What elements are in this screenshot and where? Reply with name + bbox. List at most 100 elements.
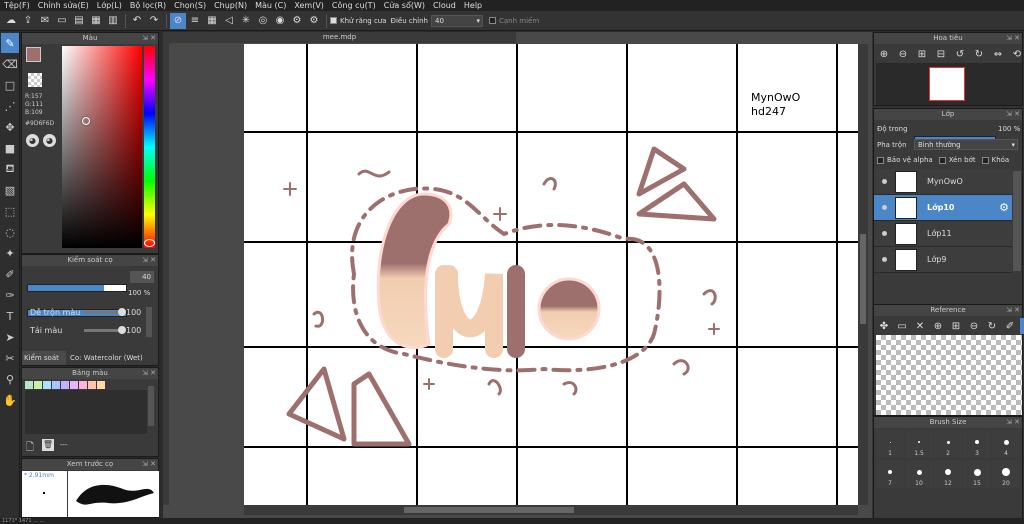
scrollbar[interactable] [146, 307, 152, 337]
palette-swatch[interactable] [43, 381, 51, 389]
zoom-minus-icon[interactable]: ⊟ [933, 46, 949, 62]
zoom-fit-icon[interactable]: ⊞ [948, 318, 964, 334]
blend-mode-select[interactable]: Bình thường ▾ [914, 139, 1018, 150]
visibility-icon[interactable] [882, 205, 887, 210]
document-tab[interactable]: mee.mdp [163, 32, 516, 43]
menu-select[interactable]: Chọn(S) [170, 1, 210, 10]
brush-size-slider[interactable] [27, 284, 127, 292]
visibility-icon[interactable] [882, 257, 887, 262]
magic-wand-tool-icon[interactable]: ✦ [1, 243, 19, 263]
eraser-tool-icon[interactable]: ⌫ [1, 54, 19, 74]
zoom-out-icon[interactable]: ⊖ [966, 318, 982, 334]
close-icon[interactable]: ✕ [912, 318, 928, 334]
hue-slider[interactable] [144, 46, 155, 248]
select-pen-tool-icon[interactable]: ✐ [1, 264, 19, 284]
transparent-swatch[interactable] [28, 73, 42, 87]
palette-swatch[interactable] [25, 381, 33, 389]
layer-item[interactable]: Lớp11 [874, 221, 1012, 247]
menu-color[interactable]: Màu (C) [251, 1, 290, 10]
text-tool-icon[interactable]: T [1, 306, 19, 326]
table-icon[interactable]: ▥ [105, 13, 121, 29]
chat-icon[interactable]: ▭ [54, 13, 70, 29]
reset-icon[interactable]: ⟲ [1009, 46, 1024, 62]
adjust-select[interactable]: 40 ▾ [431, 14, 483, 27]
picker-cursor[interactable] [82, 117, 90, 125]
hand-icon[interactable]: ✋ [1020, 318, 1024, 334]
gear-icon[interactable]: ⚙ [999, 201, 1009, 214]
document-icon[interactable]: ▤ [71, 13, 87, 29]
menu-cloud[interactable]: Cloud [429, 1, 460, 10]
brush-size-option[interactable]: 1.5 [905, 430, 933, 458]
gradient-tool-icon[interactable]: ▧ [1, 180, 19, 200]
reference-viewer[interactable] [876, 335, 1022, 415]
zoom-in-icon[interactable]: ⊕ [930, 318, 946, 334]
clipping-checkbox[interactable] [938, 156, 946, 164]
lasso-tool-icon[interactable]: ◌ [1, 222, 19, 242]
blend-slider[interactable] [84, 308, 126, 316]
navigator-preview[interactable] [876, 63, 1022, 105]
layer-item[interactable]: MynOwO [874, 169, 1012, 195]
menu-view[interactable]: Xem(V) [290, 1, 328, 10]
edge-checkbox[interactable] [489, 17, 496, 24]
comment-icon[interactable]: ✉ [37, 13, 53, 29]
eyedropper-icon[interactable]: ✐ [1002, 318, 1018, 334]
brush-size-option[interactable]: 4 [992, 430, 1020, 458]
new-palette-icon[interactable]: 🗋 [26, 440, 34, 457]
hand-tool-icon[interactable]: ✋ [1, 390, 19, 410]
brush-size-option[interactable]: 12 [934, 460, 962, 488]
navigator-viewport[interactable] [929, 67, 965, 101]
menu-help[interactable]: Help [460, 1, 486, 10]
rect-tool-icon[interactable]: □ [1, 75, 19, 95]
rotate-right-icon[interactable]: ↻ [971, 46, 987, 62]
menu-tools[interactable]: Công cụ(T) [328, 1, 380, 10]
color-add-icon[interactable]: ◕ [43, 134, 56, 147]
parallel-snap-icon[interactable]: ≡ [187, 13, 203, 29]
eyedropper-tool-icon[interactable]: ⚲ [1, 369, 19, 389]
scrollbar[interactable] [148, 386, 154, 426]
palette-swatch[interactable] [61, 381, 69, 389]
palette-swatch[interactable] [88, 381, 96, 389]
concentric-snap-icon[interactable]: ◉ [272, 13, 288, 29]
rotate-icon[interactable]: ↻ [984, 318, 1000, 334]
palette-swatch[interactable] [34, 381, 42, 389]
zoom-out-icon[interactable]: ⊖ [895, 46, 911, 62]
palette-swatch[interactable] [97, 381, 105, 389]
layer-item-selected[interactable]: Lớp10 ⚙ [874, 195, 1012, 221]
vertical-scrollbar[interactable] [858, 44, 868, 505]
puzzle-icon[interactable]: ✤ [876, 318, 892, 334]
brush-size-value[interactable]: 40 [130, 271, 154, 283]
menu-window[interactable]: Cửa sổ(W) [380, 1, 429, 10]
saturation-value-picker[interactable] [62, 46, 142, 248]
brush-size-option[interactable]: 3 [963, 430, 991, 458]
primary-color-swatch[interactable] [26, 47, 41, 62]
visibility-icon[interactable] [882, 231, 887, 236]
scrollbar[interactable] [1013, 171, 1021, 271]
curve-snap-icon[interactable]: ⚙ [289, 13, 305, 29]
no-snap-icon[interactable]: ⊘ [170, 12, 186, 29]
color-wheel-icon[interactable]: ◕ [26, 134, 39, 147]
brush-size-option[interactable]: 2 [934, 430, 962, 458]
layout-icon[interactable]: ▦ [88, 13, 104, 29]
redo-icon[interactable]: ↷ [146, 13, 162, 29]
vanish-snap-icon[interactable]: ◁ [221, 13, 237, 29]
dot-tool-icon[interactable]: ⋰ [1, 96, 19, 116]
brush-size-option[interactable]: 7 [876, 460, 904, 488]
rotate-left-icon[interactable]: ↺ [952, 46, 968, 62]
protect-alpha-checkbox[interactable] [877, 156, 884, 164]
trash-icon[interactable]: 🗑 [42, 439, 54, 451]
palette-swatch[interactable] [79, 381, 87, 389]
circle-snap-icon[interactable]: ◎ [255, 13, 271, 29]
divide-tool-icon[interactable]: ✂ [1, 348, 19, 368]
menu-capture[interactable]: Chụp(N) [210, 1, 251, 10]
palette-swatch[interactable] [70, 381, 78, 389]
radial-snap-icon[interactable]: ✳ [238, 13, 254, 29]
operation-tool-icon[interactable]: ➤ [1, 327, 19, 347]
antialias-checkbox[interactable] [330, 17, 337, 24]
horizontal-scrollbar[interactable] [244, 505, 858, 515]
brush-size-option[interactable]: 1 [876, 430, 904, 458]
brush-size-option[interactable]: 15 [963, 460, 991, 488]
menu-file[interactable]: Tệp(F) [0, 1, 34, 10]
zoom-in-icon[interactable]: ⊕ [876, 46, 892, 62]
hue-cursor[interactable] [144, 239, 155, 247]
select-tool-icon[interactable]: ⬚ [1, 201, 19, 221]
